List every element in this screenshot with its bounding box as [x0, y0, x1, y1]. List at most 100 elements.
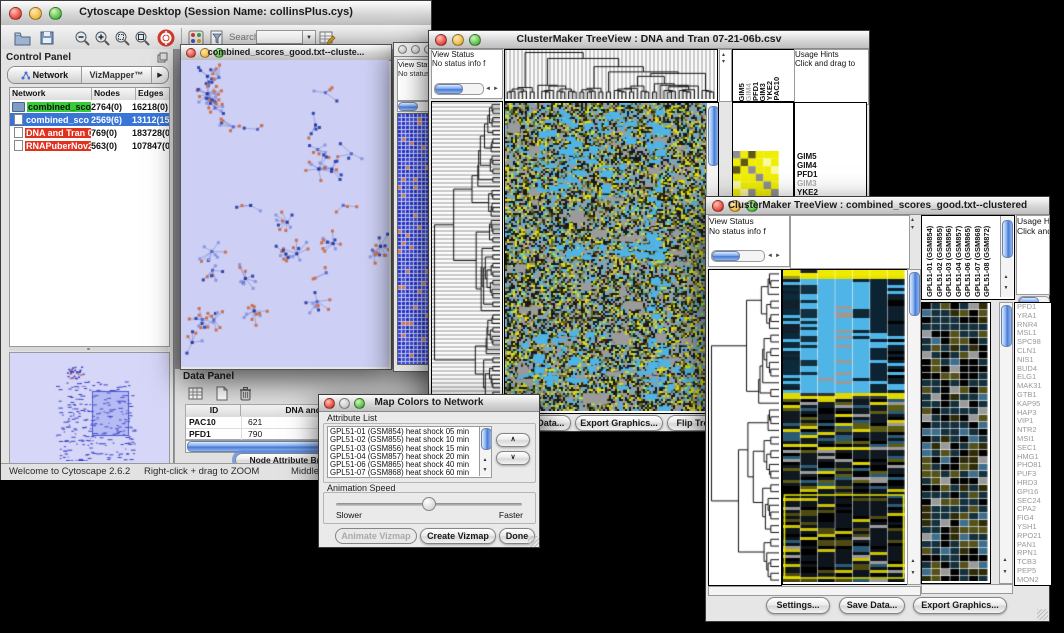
gene-label[interactable]: PEP5	[1017, 567, 1051, 576]
gene-label[interactable]: PUF3	[1017, 470, 1051, 479]
gene-label[interactable]: HMG1	[1017, 453, 1051, 462]
gene-label[interactable]: PAN1	[1017, 541, 1051, 550]
column-label[interactable]: YKE2	[765, 81, 772, 101]
tv2-export-graphics-button[interactable]: Export Graphics...	[913, 597, 1007, 614]
zoom-fit-icon[interactable]	[133, 29, 151, 47]
gene-label[interactable]: SPC98	[1017, 338, 1051, 347]
resize-grip[interactable]	[1037, 609, 1048, 620]
network-view-canvas[interactable]	[181, 60, 389, 367]
tv2-column-tree-panel[interactable]	[790, 215, 910, 269]
scroll-left-arrow[interactable]: ◄	[485, 86, 491, 92]
spin-up-arrow[interactable]: ▴	[722, 52, 725, 58]
column-label[interactable]: GPL51-01 (GSM854)	[925, 217, 935, 297]
gene-label[interactable]: YSH1	[1017, 523, 1051, 532]
network-table-row[interactable]: RNAPuberNov2+| 563(0) 107847(0)	[10, 139, 169, 152]
gene-label[interactable]: SEC1	[1017, 444, 1051, 453]
move-up-button[interactable]: ∧	[496, 433, 530, 447]
gene-label[interactable]: PHO81	[1017, 461, 1051, 470]
network-view-titlebar[interactable]: combined_scores_good.txt--cluste...	[181, 45, 391, 61]
gene-label[interactable]: GTB1	[1017, 391, 1051, 400]
tv2-bottom-hscrollbar[interactable]	[708, 586, 921, 596]
save-icon[interactable]	[38, 29, 56, 47]
scroll-down-arrow[interactable]: ▼	[1000, 569, 1010, 575]
gene-label[interactable]: TCB3	[1017, 558, 1051, 567]
attr-col-id[interactable]: ID	[186, 405, 241, 416]
gene-label[interactable]: RPO21	[1017, 532, 1051, 541]
gene-label[interactable]: HAP3	[1017, 409, 1051, 418]
gene-label[interactable]: YRA1	[1017, 312, 1051, 321]
animate-vizmap-button[interactable]: Animate Vizmap	[335, 528, 417, 544]
move-down-button[interactable]: ∨	[496, 451, 530, 465]
attribute-item[interactable]: GPL51-07 (GSM868) heat shock 60 min	[330, 469, 491, 477]
scroll-up-arrow[interactable]: ▲	[1001, 274, 1011, 280]
network-table-row[interactable]: combined_scores_ 2764(0) 16218(0)	[10, 100, 169, 113]
gene-label[interactable]: RPN1	[1017, 549, 1051, 558]
column-label[interactable]: GPL51-06 (GSM865)	[963, 217, 973, 297]
float-panel-icon[interactable]	[157, 52, 168, 63]
network-overview-canvas[interactable]	[10, 353, 167, 461]
minimize-button[interactable]	[411, 45, 420, 54]
scroll-up-arrow[interactable]: ▲	[1000, 557, 1010, 563]
gene-label[interactable]: CLN1	[1017, 347, 1051, 356]
tv1-row-tree-canvas[interactable]	[432, 102, 500, 411]
close-button[interactable]	[398, 45, 407, 54]
tv2-zoom-heatmap-canvas[interactable]	[922, 303, 988, 581]
gene-label[interactable]: MAK31	[1017, 382, 1051, 391]
gene-label[interactable]: KAP95	[1017, 400, 1051, 409]
column-label[interactable]: GPL51-04 (GSM857)	[954, 217, 964, 297]
gene-label[interactable]: CPA2	[1017, 505, 1051, 514]
tv2-status-scrollbar[interactable]	[711, 250, 765, 262]
gene-label[interactable]: BUD4	[1017, 365, 1051, 374]
gene-label[interactable]: NTR2	[1017, 426, 1051, 435]
tv1-status-scrollbar[interactable]	[434, 83, 484, 95]
col-header-nodes[interactable]: Nodes	[92, 88, 136, 100]
tv1-heatmap-canvas[interactable]	[505, 103, 707, 411]
tv2-zoom-vscrollbar[interactable]: ▲ ▼	[999, 302, 1013, 584]
network-table-row[interactable]: combined_sco 2569(6) 13112(15)	[10, 113, 169, 126]
gene-label[interactable]: GIM5	[797, 152, 866, 161]
attribute-list-scrollbar[interactable]: ▲ ▼	[479, 427, 491, 476]
column-label[interactable]: GIM3	[758, 83, 765, 101]
tv2-zoom-hscrollbar[interactable]	[921, 584, 1013, 594]
gene-label[interactable]: MON2	[1017, 576, 1051, 585]
open-folder-icon[interactable]	[13, 29, 31, 47]
help-lifering-icon[interactable]	[157, 29, 175, 47]
tab-network[interactable]: Network	[8, 67, 82, 83]
scroll-right-arrow[interactable]: ►	[493, 86, 499, 92]
tv2-heatmap-vscrollbar[interactable]: ▲ ▼	[907, 269, 921, 585]
gene-label[interactable]: MSL1	[1017, 329, 1051, 338]
gene-label[interactable]: SEC24	[1017, 497, 1051, 506]
gene-label[interactable]: GPI16	[1017, 488, 1051, 497]
speed-slider-thumb[interactable]	[422, 497, 436, 511]
tv2-heatmap-canvas[interactable]	[783, 270, 905, 582]
gene-label[interactable]: PFD1	[1017, 303, 1051, 312]
column-label[interactable]: PAC10	[772, 77, 779, 101]
spin-up-arrow[interactable]: ▴	[911, 217, 914, 223]
spin-down-arrow[interactable]: ▾	[911, 225, 914, 231]
gene-label[interactable]: ELG1	[1017, 373, 1051, 382]
gene-label[interactable]: VIP1	[1017, 417, 1051, 426]
treeview1-titlebar[interactable]: ClusterMaker TreeView : DNA and Tran 07-…	[429, 31, 869, 49]
column-label[interactable]: GPL51-07 (GSM868)	[973, 217, 983, 297]
new-attribute-icon[interactable]	[213, 385, 230, 402]
panel-divider-handle[interactable]	[9, 347, 168, 351]
gene-label[interactable]: GIM4	[797, 161, 866, 170]
zoom-out-icon[interactable]	[73, 29, 91, 47]
scroll-down-arrow[interactable]: ▼	[1001, 285, 1011, 291]
table-mode-icon[interactable]	[187, 385, 204, 402]
network-table-row[interactable]: DNA and Tran 07 769(0) 183728(0)	[10, 126, 169, 139]
column-label[interactable]: GPL51-08 (GSM872)	[982, 217, 992, 297]
scroll-up-arrow[interactable]: ▲	[480, 457, 490, 463]
column-label[interactable]: GPL51-03 (GSM856)	[944, 217, 954, 297]
dense-network-grid-canvas[interactable]	[397, 113, 431, 365]
search-input[interactable]	[256, 30, 304, 44]
resize-grip[interactable]	[528, 536, 539, 547]
scroll-down-arrow[interactable]: ▼	[480, 467, 490, 473]
column-label[interactable]: GIM5	[737, 83, 744, 101]
spin-down-arrow[interactable]: ▾	[722, 59, 725, 65]
tv2-row-tree-canvas[interactable]	[709, 270, 779, 583]
zoom-selected-icon[interactable]	[113, 29, 131, 47]
background-scrollbar[interactable]	[397, 101, 430, 112]
selection-minimap-canvas[interactable]	[733, 151, 779, 197]
tv2-labels-vscrollbar[interactable]: ▲ ▼	[1000, 216, 1013, 297]
